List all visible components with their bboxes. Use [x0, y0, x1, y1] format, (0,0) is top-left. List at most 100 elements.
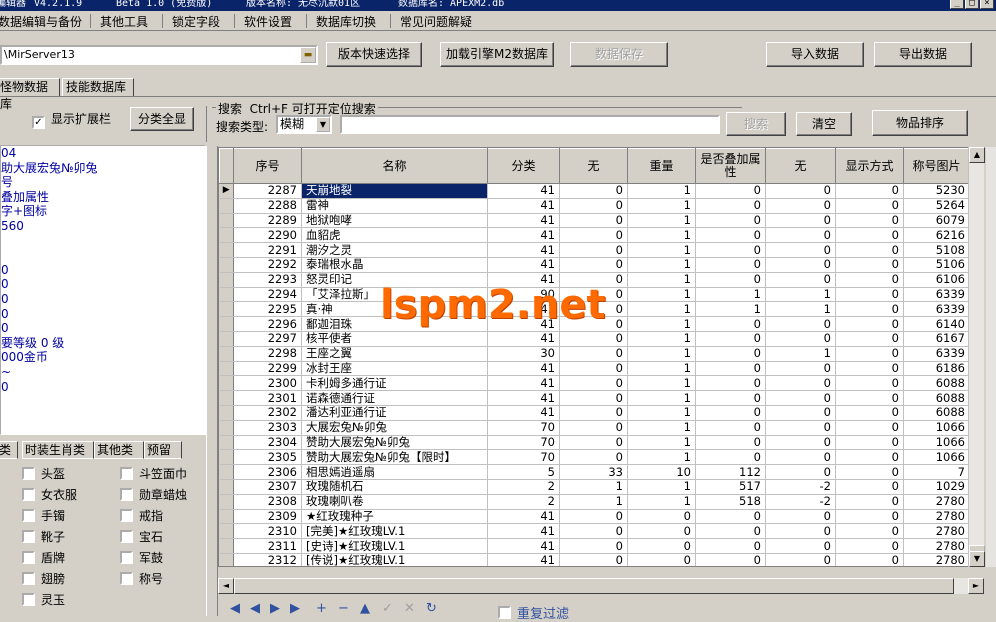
- table-cell[interactable]: 0: [765, 198, 836, 214]
- table-cell[interactable]: 0: [835, 553, 904, 566]
- table-cell[interactable]: 0: [559, 213, 628, 229]
- table-row[interactable]: 2300 卡利姆多通行证 41 0 1 0 0 0 6088: [219, 375, 970, 392]
- table-cell[interactable]: 0: [695, 375, 766, 392]
- table-row[interactable]: 2310 [完美]★红玫瑰LV.1 41 0 0 0 0 0 2780: [219, 523, 970, 540]
- table-cell[interactable]: 0: [559, 538, 628, 554]
- table-cell[interactable]: 1066: [903, 420, 970, 436]
- table-cell[interactable]: 41: [487, 405, 560, 421]
- table-row[interactable]: 2290 血貂虎 41 0 1 0 0 0 6216: [219, 227, 970, 244]
- menu-database-switch[interactable]: 数据库切换: [316, 13, 376, 30]
- table-cell[interactable]: 0: [627, 509, 696, 525]
- table-cell[interactable]: 0: [765, 390, 836, 406]
- table-cell[interactable]: 0: [559, 553, 628, 566]
- checkbox-helmet[interactable]: 头盔: [22, 467, 65, 481]
- table-cell[interactable]: 1: [627, 420, 696, 436]
- column-header[interactable]: 无: [559, 148, 628, 184]
- table-cell[interactable]: 赞助大展宏兔№卯兔: [301, 435, 488, 451]
- checkbox-gem[interactable]: 宝石: [120, 530, 163, 544]
- checkbox-ring[interactable]: 戒指: [120, 509, 163, 523]
- row-indicator[interactable]: [219, 361, 234, 377]
- table-cell[interactable]: 41: [487, 361, 560, 377]
- table-cell[interactable]: 1029: [903, 479, 970, 495]
- table-cell[interactable]: 1: [627, 361, 696, 377]
- table-cell[interactable]: 0: [695, 449, 766, 466]
- row-indicator[interactable]: [219, 316, 234, 332]
- search-type-select[interactable]: 模糊 ▼: [276, 115, 332, 134]
- sort-items-button[interactable]: 物品排序: [872, 110, 968, 136]
- table-row[interactable]: 2305 赞助大展宏兔№卯兔【限时】 70 0 1 0 0 0 1066: [219, 449, 970, 466]
- table-cell[interactable]: 41: [487, 331, 560, 347]
- row-indicator[interactable]: [219, 301, 234, 318]
- row-indicator[interactable]: [219, 420, 234, 436]
- table-cell[interactable]: 0: [559, 509, 628, 525]
- row-indicator[interactable]: [219, 509, 234, 525]
- table-row[interactable]: 2309 ★红玫瑰种子 41 0 0 0 0 0 2780: [219, 509, 970, 525]
- table-cell[interactable]: 0: [695, 257, 766, 273]
- table-cell[interactable]: 0: [559, 227, 628, 244]
- table-cell[interactable]: 517: [695, 479, 766, 495]
- table-cell[interactable]: 5230: [903, 183, 970, 199]
- table-cell[interactable]: 1: [627, 301, 696, 318]
- table-cell[interactable]: 0: [835, 390, 904, 406]
- table-cell[interactable]: 0: [835, 287, 904, 303]
- table-cell[interactable]: 大展宏兔№卯兔: [301, 420, 488, 436]
- table-cell[interactable]: 0: [835, 420, 904, 436]
- table-cell[interactable]: 血貂虎: [301, 227, 488, 244]
- search-input[interactable]: [340, 115, 720, 134]
- table-cell[interactable]: 0: [835, 213, 904, 229]
- table-cell[interactable]: 天崩地裂: [301, 183, 488, 199]
- tab-other-class[interactable]: 其他类: [94, 441, 144, 459]
- column-header[interactable]: 重量: [627, 148, 696, 184]
- table-cell[interactable]: 1: [627, 375, 696, 392]
- table-cell[interactable]: 1: [765, 301, 836, 318]
- table-row[interactable]: 2292 泰瑞根水晶 41 0 1 0 0 0 5106: [219, 257, 970, 273]
- table-cell[interactable]: -2: [765, 494, 836, 510]
- checkbox-war-drum[interactable]: 军鼓: [120, 551, 163, 565]
- table-cell[interactable]: 0: [765, 257, 836, 273]
- table-cell[interactable]: 0: [765, 420, 836, 436]
- post-record-icon[interactable]: ✓: [382, 602, 393, 615]
- folder-open-icon[interactable]: ▬: [300, 47, 316, 63]
- table-cell[interactable]: 0: [835, 405, 904, 421]
- table-cell[interactable]: 0: [695, 331, 766, 347]
- table-cell[interactable]: 2301: [233, 390, 302, 406]
- table-cell[interactable]: 6339: [903, 346, 970, 362]
- table-cell[interactable]: 0: [765, 183, 836, 199]
- table-cell[interactable]: 0: [765, 523, 836, 540]
- table-cell[interactable]: 6339: [903, 287, 970, 303]
- table-cell[interactable]: 2309: [233, 509, 302, 525]
- checkbox-shield[interactable]: 盾牌: [22, 551, 65, 565]
- table-cell[interactable]: 0: [765, 464, 836, 480]
- column-header[interactable]: 显示方式: [835, 148, 904, 184]
- table-cell[interactable]: 1: [695, 301, 766, 318]
- maximize-button[interactable]: □: [965, 0, 979, 9]
- menu-other-tools[interactable]: 其他工具: [100, 13, 148, 30]
- scroll-thumb[interactable]: [234, 578, 954, 594]
- table-cell[interactable]: 41: [487, 538, 560, 554]
- table-cell[interactable]: 0: [765, 375, 836, 392]
- table-cell[interactable]: 0: [835, 198, 904, 214]
- table-cell[interactable]: 相思嫣逍遥扇: [301, 464, 488, 480]
- table-cell[interactable]: 1: [627, 183, 696, 199]
- table-cell[interactable]: 2298: [233, 346, 302, 362]
- table-row[interactable]: 2299 冰封王座 41 0 1 0 0 0 6186: [219, 361, 970, 377]
- table-cell[interactable]: 1: [559, 494, 628, 510]
- table-cell[interactable]: 0: [835, 257, 904, 273]
- table-cell[interactable]: 6088: [903, 390, 970, 406]
- table-cell[interactable]: 诺森德通行证: [301, 390, 488, 406]
- table-cell[interactable]: 70: [487, 420, 560, 436]
- table-cell[interactable]: 6106: [903, 272, 970, 288]
- row-indicator[interactable]: [219, 198, 234, 214]
- table-row[interactable]: 2308 玫瑰喇叭卷 2 1 1 518 -2 0 2780: [219, 494, 970, 510]
- table-cell[interactable]: 0: [765, 553, 836, 566]
- server-path-combo[interactable]: \MirServer13 ▬: [0, 45, 318, 65]
- table-cell[interactable]: 0: [835, 509, 904, 525]
- delete-record-icon[interactable]: −: [338, 602, 349, 615]
- table-cell[interactable]: 30: [487, 346, 560, 362]
- table-cell[interactable]: 6088: [903, 405, 970, 421]
- table-cell[interactable]: 1: [627, 272, 696, 288]
- table-cell[interactable]: 冰封王座: [301, 361, 488, 377]
- table-cell[interactable]: 0: [835, 183, 904, 199]
- table-cell[interactable]: 2311: [233, 538, 302, 554]
- table-cell[interactable]: 0: [835, 346, 904, 362]
